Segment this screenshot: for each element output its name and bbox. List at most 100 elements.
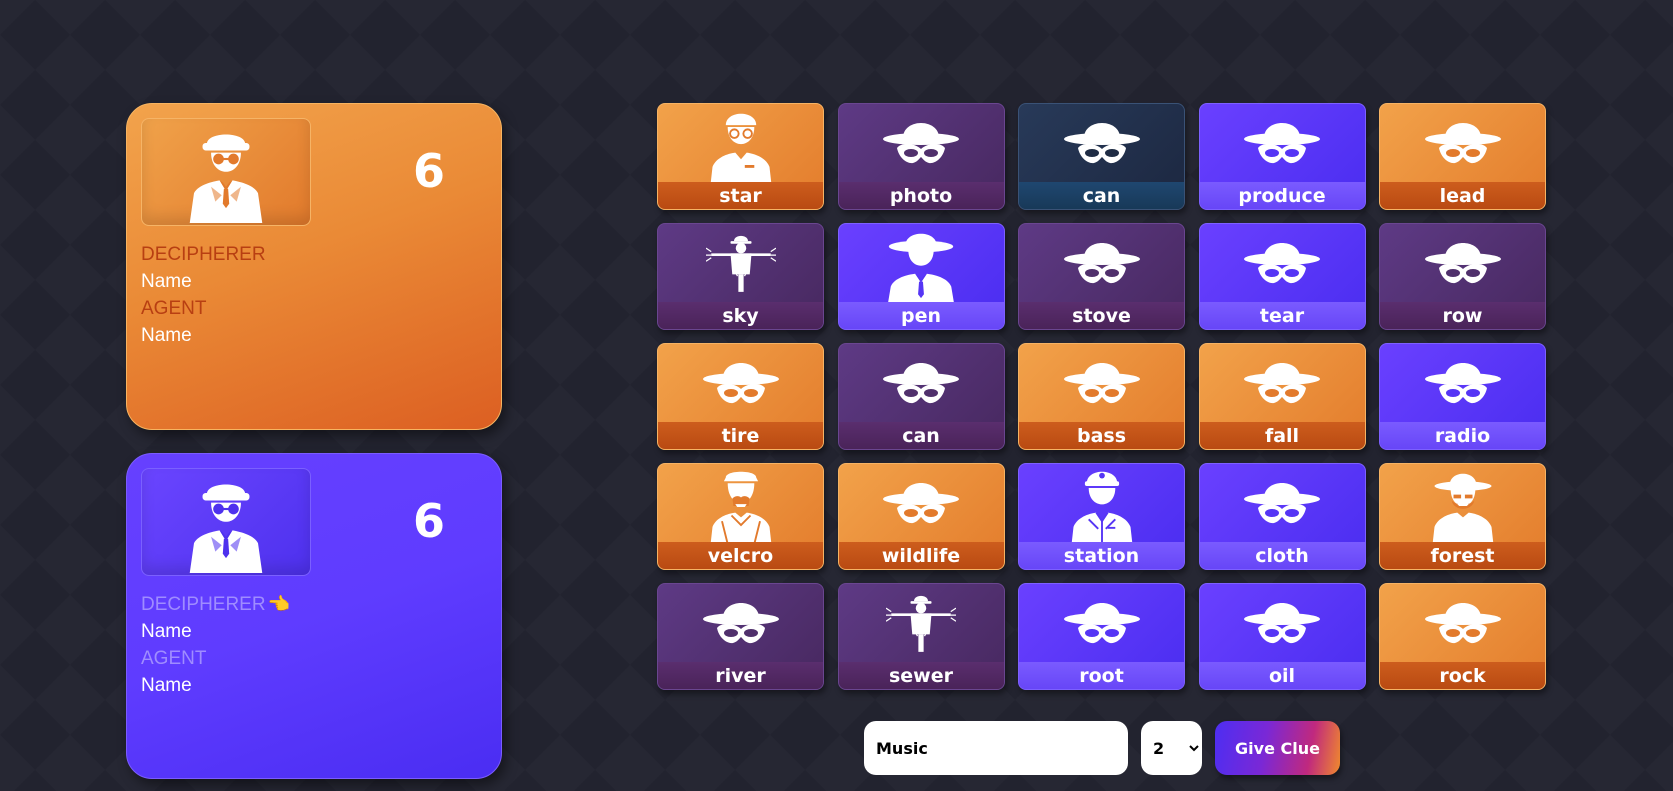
word-card[interactable]: can bbox=[1018, 103, 1185, 210]
card-figure bbox=[1019, 224, 1184, 304]
card-figure bbox=[1380, 224, 1545, 304]
hidden-agent-icon bbox=[881, 352, 961, 412]
officer-icon bbox=[703, 108, 779, 184]
card-word: cloth bbox=[1199, 542, 1365, 569]
card-figure bbox=[1380, 104, 1545, 184]
hidden-agent-icon bbox=[1423, 352, 1503, 412]
player-name: Name bbox=[141, 675, 192, 696]
card-word: wildlife bbox=[838, 542, 1004, 569]
card-word: forest bbox=[1380, 542, 1545, 569]
word-card[interactable]: forest bbox=[1379, 463, 1546, 570]
card-figure bbox=[658, 344, 823, 424]
scarecrow-icon bbox=[706, 232, 776, 294]
card-figure bbox=[1200, 584, 1365, 664]
word-card[interactable]: stove bbox=[1018, 223, 1185, 330]
team-score-red: 6 bbox=[413, 144, 446, 198]
hidden-agent-icon bbox=[1242, 592, 1322, 652]
card-word: river bbox=[658, 662, 823, 689]
card-figure bbox=[1019, 104, 1184, 184]
card-word: fall bbox=[1199, 422, 1365, 449]
team-panel-red: 6 DECIPHERER Name AGENT Name bbox=[126, 103, 502, 430]
card-word: oil bbox=[1199, 662, 1365, 689]
word-card[interactable]: tear bbox=[1198, 223, 1366, 330]
card-figure bbox=[658, 584, 823, 664]
word-card[interactable]: star bbox=[657, 103, 824, 210]
word-card[interactable]: station bbox=[1018, 463, 1185, 570]
card-word: pen bbox=[838, 302, 1004, 329]
card-figure bbox=[1200, 344, 1365, 424]
card-figure bbox=[1019, 584, 1184, 664]
role-title-decipherer[interactable]: DECIPHERER bbox=[141, 594, 266, 615]
card-word: station bbox=[1019, 542, 1184, 569]
role-title-agent[interactable]: AGENT bbox=[141, 645, 290, 672]
card-word: row bbox=[1380, 302, 1545, 329]
card-figure bbox=[839, 584, 1004, 664]
cowboy-bearded-icon bbox=[1425, 468, 1501, 544]
role-list-blue: DECIPHERER 👈 Name AGENT Name bbox=[141, 591, 290, 699]
card-figure bbox=[839, 344, 1004, 424]
role-title-agent[interactable]: AGENT bbox=[141, 295, 266, 322]
word-card[interactable]: river bbox=[657, 583, 824, 690]
word-card[interactable]: can bbox=[837, 343, 1005, 450]
player-name: Name bbox=[141, 621, 192, 642]
card-word: produce bbox=[1199, 182, 1365, 209]
hidden-agent-icon bbox=[701, 352, 781, 412]
role-row-decipherer: DECIPHERER 👈 bbox=[141, 591, 290, 618]
clue-word-input[interactable] bbox=[864, 721, 1128, 775]
card-word: lead bbox=[1380, 182, 1545, 209]
word-card[interactable]: velcro bbox=[657, 463, 824, 570]
word-card[interactable]: lead bbox=[1379, 103, 1546, 210]
word-card[interactable]: bass bbox=[1018, 343, 1185, 450]
card-word: can bbox=[1019, 182, 1184, 209]
card-figure bbox=[1380, 464, 1545, 544]
word-card[interactable]: sewer bbox=[837, 583, 1005, 690]
card-figure bbox=[658, 224, 823, 304]
team-score-blue: 6 bbox=[413, 494, 446, 548]
word-card[interactable]: sky bbox=[657, 223, 824, 330]
word-card[interactable]: rock bbox=[1379, 583, 1546, 690]
hidden-agent-icon bbox=[1062, 232, 1142, 292]
give-clue-button[interactable]: Give Clue bbox=[1215, 721, 1340, 775]
word-card[interactable]: photo bbox=[837, 103, 1005, 210]
card-word: tear bbox=[1199, 302, 1365, 329]
word-card[interactable]: tire bbox=[657, 343, 824, 450]
role-list-red: DECIPHERER Name AGENT Name bbox=[141, 241, 266, 349]
hidden-agent-icon bbox=[1242, 352, 1322, 412]
card-word: rock bbox=[1380, 662, 1545, 689]
hidden-agent-icon bbox=[701, 592, 781, 652]
security-guard-icon bbox=[1064, 468, 1140, 544]
word-card[interactable]: row bbox=[1379, 223, 1546, 330]
hidden-agent-icon bbox=[1423, 592, 1503, 652]
hidden-agent-icon bbox=[1423, 232, 1503, 292]
player-name: Name bbox=[141, 271, 192, 292]
card-figure bbox=[839, 224, 1004, 304]
card-word: can bbox=[838, 422, 1004, 449]
word-card[interactable]: fall bbox=[1198, 343, 1366, 450]
word-card[interactable]: oil bbox=[1198, 583, 1366, 690]
card-word: sewer bbox=[838, 662, 1004, 689]
agent-fedora-icon bbox=[882, 226, 960, 304]
scarecrow-icon bbox=[886, 592, 956, 654]
card-word: sky bbox=[658, 302, 823, 329]
card-word: radio bbox=[1380, 422, 1545, 449]
spymaster-glasses-icon bbox=[183, 127, 269, 223]
card-figure bbox=[658, 104, 823, 184]
card-figure bbox=[1200, 104, 1365, 184]
word-card[interactable]: cloth bbox=[1198, 463, 1366, 570]
spymaster-card-red bbox=[141, 118, 311, 226]
word-card[interactable]: radio bbox=[1379, 343, 1546, 450]
spymaster-card-blue bbox=[141, 468, 311, 576]
word-card[interactable]: root bbox=[1018, 583, 1185, 690]
card-figure bbox=[1200, 464, 1365, 544]
role-title-decipherer[interactable]: DECIPHERER bbox=[141, 241, 266, 268]
card-word: tire bbox=[658, 422, 823, 449]
card-word: bass bbox=[1019, 422, 1184, 449]
word-card[interactable]: pen bbox=[837, 223, 1005, 330]
player-name: Name bbox=[141, 325, 192, 346]
clue-count-select[interactable]: 2 bbox=[1141, 721, 1202, 775]
card-figure bbox=[1380, 344, 1545, 424]
spymaster-glasses-icon bbox=[183, 477, 269, 573]
word-card[interactable]: produce bbox=[1198, 103, 1366, 210]
word-card[interactable]: wildlife bbox=[837, 463, 1005, 570]
hidden-agent-icon bbox=[1062, 352, 1142, 412]
